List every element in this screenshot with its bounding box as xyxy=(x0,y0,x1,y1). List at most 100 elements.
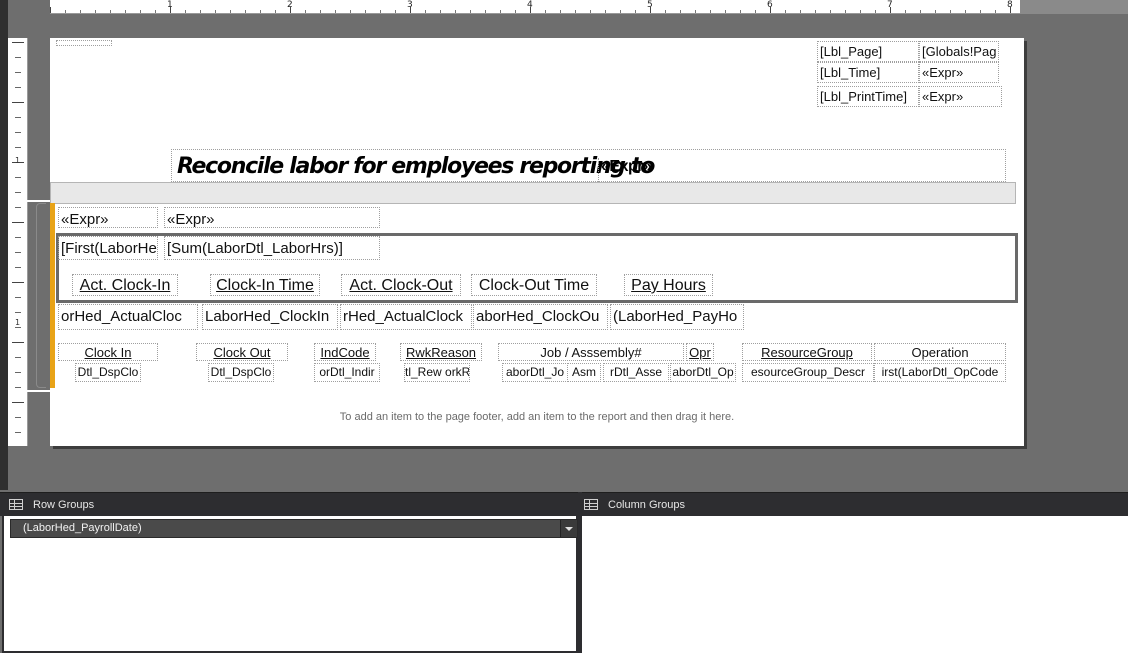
ruler-number: 6 xyxy=(767,0,773,10)
column-groups-icon xyxy=(584,499,598,510)
detail-value-assembly[interactable]: rDtl_Asse xyxy=(603,363,669,382)
act-clock-out-label[interactable]: Act. Clock-Out xyxy=(341,274,461,296)
clock-in-time-label[interactable]: Clock-In Time xyxy=(210,274,320,296)
detail-header-clock-in[interactable]: Clock In xyxy=(58,343,158,361)
detail-value-clock-out[interactable]: Dtl_DspClo xyxy=(208,363,274,382)
ruler-tick xyxy=(935,10,936,13)
title-expr[interactable]: «Expr» xyxy=(598,158,996,182)
clock-out-value[interactable]: aborHed_ClockOu xyxy=(473,304,608,330)
ruler-tick xyxy=(155,10,156,13)
ruler-tick xyxy=(815,10,816,13)
ruler-tick xyxy=(95,10,96,13)
ruler-tick xyxy=(740,10,741,13)
horizontal-ruler: 1 2 3 4 5 6 7 8 xyxy=(50,0,1020,14)
detail-header-opr[interactable]: Opr xyxy=(686,343,714,361)
detail-header-resourcegroup[interactable]: ResourceGroup xyxy=(742,343,872,361)
ruler-tick xyxy=(605,10,606,13)
ruler-tick xyxy=(200,10,201,13)
clock-out-time-label[interactable]: Clock-Out Time xyxy=(471,274,597,296)
clock-in-value[interactable]: LaborHed_ClockIn xyxy=(202,304,338,330)
ruler-tick xyxy=(680,10,681,13)
expr-time-box[interactable]: «Expr» xyxy=(919,62,999,83)
title-textbox[interactable]: Reconcile labor for employees reporting … xyxy=(171,149,1006,182)
grouping-pane-header: Row Groups Column Groups xyxy=(0,492,1128,516)
expr-textbox[interactable]: «Expr» xyxy=(58,207,158,228)
pay-hours-value[interactable]: (LaborHed_PayHo xyxy=(610,304,744,330)
sum-laborhrs-textbox[interactable]: [Sum(LaborDtl_LaborHrs)] xyxy=(164,236,380,260)
detail-header-indcode[interactable]: IndCode xyxy=(314,343,376,361)
column-groups-panel xyxy=(582,516,1128,653)
empty-textbox[interactable] xyxy=(56,40,112,46)
ruler-tick xyxy=(12,402,24,403)
section-band xyxy=(50,182,1016,204)
expr-textbox[interactable]: «Expr» xyxy=(164,207,380,228)
ruler-tick xyxy=(350,10,351,13)
ruler-tick xyxy=(995,10,996,13)
ruler-tick xyxy=(12,102,24,103)
ruler-number: 2 xyxy=(287,0,293,10)
ruler-tick xyxy=(755,10,756,13)
ruler-tick xyxy=(320,10,321,13)
detail-value-job[interactable]: aborDtl_Jo xyxy=(502,363,568,382)
expr-printtime-box[interactable]: «Expr» xyxy=(919,86,1002,107)
ruler-tick xyxy=(15,147,21,148)
ruler-tick xyxy=(80,10,81,13)
ruler-tick xyxy=(545,10,546,13)
detail-header-rwkreason[interactable]: RwkReason xyxy=(400,343,482,361)
actual-clock-out-value[interactable]: rHed_ActualClock xyxy=(340,304,472,330)
row-group-item[interactable]: (LaborHed_PayrollDate) xyxy=(10,519,578,538)
detail-value-operation[interactable]: irst(LaborDtl_OpCode xyxy=(874,363,1006,382)
ruler-number: 1 xyxy=(167,0,173,10)
ruler-tick xyxy=(500,10,501,13)
ruler-tick xyxy=(485,10,486,13)
detail-value-clock-in[interactable]: Dtl_DspClo xyxy=(75,363,141,382)
act-clock-in-label[interactable]: Act. Clock-In xyxy=(72,274,178,296)
first-laborhed-textbox[interactable]: [First(LaborHe xyxy=(58,236,158,260)
row-groups-panel: (LaborHed_PayrollDate) xyxy=(2,516,578,653)
globals-page-box[interactable]: [Globals!Pag xyxy=(919,41,999,62)
ruler-tick xyxy=(15,132,21,133)
lbl-printtime-box[interactable]: [Lbl_PrintTime] xyxy=(817,86,919,107)
actual-clock-in-value[interactable]: orHed_ActualCloc xyxy=(58,304,198,330)
report-page[interactable]: [Lbl_Page] [Globals!Pag [Lbl_Time] «Expr… xyxy=(50,38,1024,446)
ruler-tick xyxy=(140,10,141,13)
group-handle[interactable] xyxy=(50,203,55,388)
ruler-tick xyxy=(620,10,621,13)
ruler-filler xyxy=(1020,0,1128,14)
detail-header-job-assembly[interactable]: Job / Asssembly# xyxy=(498,343,684,361)
ruler-number: 4 xyxy=(527,0,533,10)
detail-value-opr[interactable]: aborDtl_Op xyxy=(670,363,736,382)
pay-hours-label[interactable]: Pay Hours xyxy=(624,274,713,296)
ruler-tick xyxy=(335,10,336,13)
detail-value-resourcegroup[interactable]: esourceGroup_Descr xyxy=(742,363,874,382)
ruler-tick xyxy=(905,10,906,13)
lbl-page-box[interactable]: [Lbl_Page] xyxy=(817,41,919,62)
ruler-tick xyxy=(575,10,576,13)
ruler-tick xyxy=(185,10,186,13)
ruler-tick xyxy=(15,87,21,88)
ruler-tick xyxy=(215,10,216,13)
ruler-tick xyxy=(275,10,276,13)
ruler-tick xyxy=(260,10,261,13)
ruler-tick xyxy=(710,10,711,13)
ruler-tick xyxy=(920,10,921,13)
ruler-tick xyxy=(15,432,21,433)
ruler-tick xyxy=(590,10,591,13)
chevron-down-icon[interactable] xyxy=(560,520,577,537)
detail-value-indcode[interactable]: orDtl_Indir xyxy=(314,363,380,382)
ruler-tick xyxy=(15,417,21,418)
ruler-tick xyxy=(845,10,846,13)
ruler-tick xyxy=(860,10,861,13)
ruler-tick xyxy=(365,10,366,13)
detail-header-clock-out[interactable]: Clock Out xyxy=(196,343,288,361)
lbl-time-box[interactable]: [Lbl_Time] xyxy=(817,62,919,83)
detail-value-rwkreason[interactable]: tl_Rew orkR xyxy=(404,363,470,382)
ruler-tick xyxy=(515,10,516,13)
ruler-tick xyxy=(15,117,21,118)
group-bracket[interactable] xyxy=(36,203,46,388)
detail-value-asm[interactable]: Asm xyxy=(567,363,601,382)
ruler-tick xyxy=(635,10,636,13)
detail-header-operation[interactable]: Operation xyxy=(874,343,1006,361)
ruler-tick xyxy=(800,10,801,13)
ruler-number: 5 xyxy=(647,0,653,10)
